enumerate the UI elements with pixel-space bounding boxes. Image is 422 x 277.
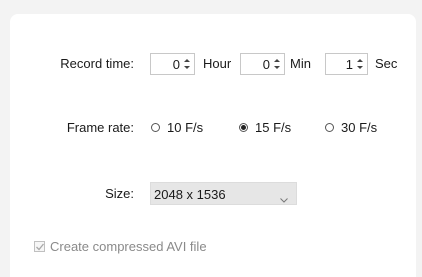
compressed-avi-label: Create compressed AVI file — [50, 239, 207, 254]
radio-15fps-label[interactable]: 15 F/s — [255, 120, 291, 135]
record-time-label: Record time: — [60, 56, 134, 71]
min-unit-label: Min — [290, 56, 311, 71]
spin-arrows-icon[interactable] — [183, 57, 191, 71]
hour-unit-label: Hour — [203, 56, 232, 71]
chevron-down-icon — [280, 191, 288, 206]
radio-30fps-label[interactable]: 30 F/s — [341, 120, 377, 135]
radio-10fps-label[interactable]: 10 F/s — [167, 120, 203, 135]
radio-15fps[interactable] — [239, 123, 248, 132]
hour-value: 0 — [172, 57, 180, 72]
radio-30fps[interactable] — [325, 123, 334, 132]
checkmark-icon — [36, 243, 45, 251]
sec-unit-label: Sec — [375, 56, 398, 71]
frame-rate-label: Frame rate: — [66, 120, 134, 135]
size-label: Size: — [105, 186, 134, 201]
spin-arrows-icon[interactable] — [356, 57, 364, 71]
sec-spinbox[interactable]: 1 — [325, 53, 368, 75]
sec-value: 1 — [345, 57, 353, 72]
size-selected-value: 2048 x 1536 — [154, 187, 226, 202]
size-dropdown[interactable]: 2048 x 1536 — [150, 182, 297, 205]
min-value: 0 — [262, 57, 270, 72]
compressed-avi-checkbox[interactable] — [34, 241, 45, 252]
hour-spinbox[interactable]: 0 — [150, 53, 195, 75]
spin-arrows-icon[interactable] — [273, 57, 281, 71]
radio-10fps[interactable] — [151, 123, 160, 132]
min-spinbox[interactable]: 0 — [240, 53, 285, 75]
